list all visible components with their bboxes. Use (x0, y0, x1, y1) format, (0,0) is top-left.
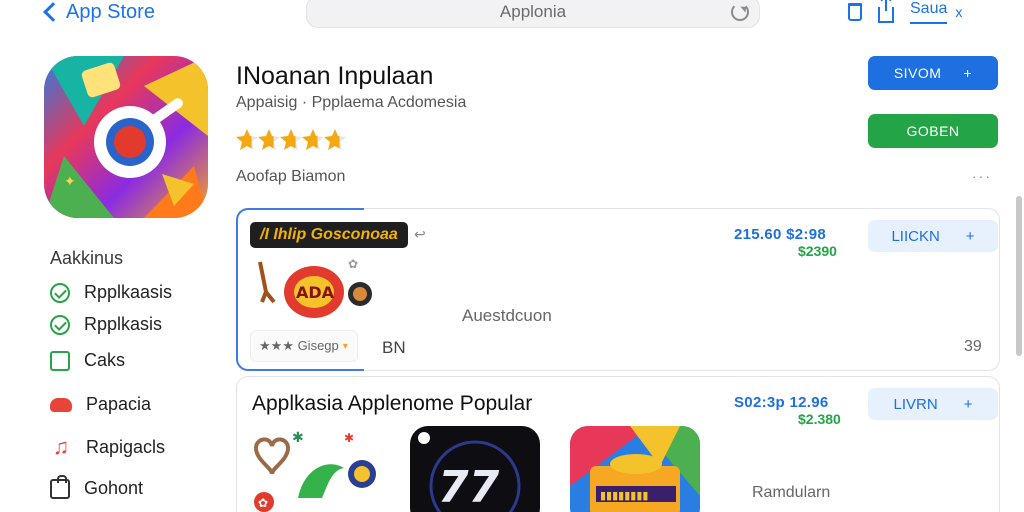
popular-get-button[interactable]: LIVRN + (868, 388, 998, 420)
sidebar-item-label: Gohont (84, 478, 144, 498)
sidebar-item-apps-2[interactable]: Rpplkasis (50, 314, 162, 335)
svg-text:▮▮▮▮▮▮▮▮: ▮▮▮▮▮▮▮▮ (600, 489, 648, 502)
app-subtitle: Appaisig · Ppplaema Acdomesia (236, 94, 467, 111)
svg-text:✿: ✿ (348, 257, 358, 271)
featured-description: Auestdcuon (462, 306, 552, 325)
address-bar[interactable]: Apploniа (306, 0, 760, 28)
star-icon (302, 129, 324, 150)
sidebar-item-rapigacls[interactable]: ♫ Rapigacls (50, 436, 165, 458)
app-size: BN (382, 338, 406, 357)
back-button[interactable]: App Store (40, 0, 155, 24)
featured-artwork: ADA ✿ (252, 252, 380, 328)
sidebar-item-label: Rpplkaasis (84, 282, 173, 302)
popular-app-tile-colorful[interactable]: ▮▮▮▮▮▮▮▮ (570, 426, 700, 512)
popular-label: Ramdularn (752, 484, 831, 501)
back-label: App Store (66, 0, 155, 23)
star-icon (258, 129, 280, 150)
svg-text:✱: ✱ (292, 430, 304, 446)
sidebar-item-apps-1[interactable]: Rpplkaasis (50, 282, 172, 303)
sidebar-item-label: Rpplkasis (84, 314, 163, 334)
scrollbar-thumb[interactable] (1016, 196, 1022, 356)
svg-text:77: 77 (438, 462, 500, 512)
cloud-icon (50, 397, 72, 412)
close-icon[interactable]: x (955, 4, 962, 20)
sidebar-item-label: Caks (84, 350, 126, 370)
featured-count: 39 (964, 338, 982, 355)
check-circle-icon (50, 314, 70, 335)
more-icon[interactable]: ··· (972, 168, 992, 184)
rating-chip[interactable]: ★★★ Gisegp ▾ (250, 330, 358, 362)
top-actions: Saua x (848, 0, 962, 24)
checkbox-icon (50, 350, 70, 371)
music-note-icon: ♫ (52, 434, 70, 459)
reload-icon[interactable] (731, 3, 749, 21)
app-title: INoanan Inpulaan (236, 62, 434, 90)
promo-badge[interactable]: /I Ihlip Gosconoaa (250, 222, 408, 248)
sidebar-item-gohont[interactable]: Gohont (50, 474, 144, 499)
svg-text:✿: ✿ (258, 496, 268, 510)
featured-price-primary: 215.60 $2:98 (734, 226, 827, 243)
star-icon (324, 129, 346, 150)
popular-price-primary: S02:3p 12.96 (734, 394, 829, 411)
star-rating (236, 128, 348, 152)
address-text: Apploniа (499, 2, 567, 21)
check-circle-icon (50, 282, 70, 303)
sidebar-item-caks[interactable]: Caks (50, 350, 125, 371)
secondary-action-label: GOBEN (906, 123, 960, 139)
popular-app-tile-dark[interactable]: 77 (410, 426, 540, 512)
dropdown-caret-icon: ▾ (342, 340, 348, 352)
bag-icon (50, 474, 70, 499)
app-icon: ✦ (44, 56, 208, 218)
svg-text:✦: ✦ (64, 174, 76, 190)
rating-chip-label: ★★★ Gisegp (259, 338, 339, 353)
popular-artwork-stickers: ✱ ✱ ✿ (248, 428, 388, 512)
sidebar-item-label: Papacia (86, 394, 152, 414)
plus-icon: + (963, 395, 973, 413)
primary-action-button[interactable]: SIVOM + (868, 56, 998, 90)
trash-icon[interactable] (848, 3, 862, 21)
popular-get-label: LIVRN (893, 395, 938, 413)
featured-get-button[interactable]: LIICKN + (868, 220, 998, 252)
sidebar-item-label: Rapigacls (86, 436, 166, 457)
star-icon (280, 129, 302, 150)
star-icon (236, 129, 258, 150)
svg-text:ADA: ADA (296, 283, 335, 302)
promo-link-icon[interactable]: ↩ (414, 226, 426, 243)
app-meta: Aoofap Biamon (236, 168, 346, 185)
svg-text:✱: ✱ (344, 431, 354, 445)
popular-section-title: Applkasia Applenome Popular (252, 392, 533, 415)
chevron-left-icon (43, 2, 63, 22)
popular-price-secondary: $2.380 (798, 411, 841, 427)
plus-icon: + (963, 65, 973, 81)
save-link[interactable]: Saua (910, 0, 948, 24)
secondary-action-button[interactable]: GOBEN (868, 114, 998, 148)
sidebar-item-papacia[interactable]: Papacia (50, 394, 151, 415)
primary-action-label: SIVOM (893, 65, 942, 81)
sidebar-title: Aakkinus (50, 248, 124, 268)
share-icon[interactable] (878, 0, 894, 23)
featured-get-label: LIICKN (891, 227, 940, 245)
plus-icon: + (965, 227, 975, 245)
featured-price-secondary: $2390 (798, 243, 837, 259)
